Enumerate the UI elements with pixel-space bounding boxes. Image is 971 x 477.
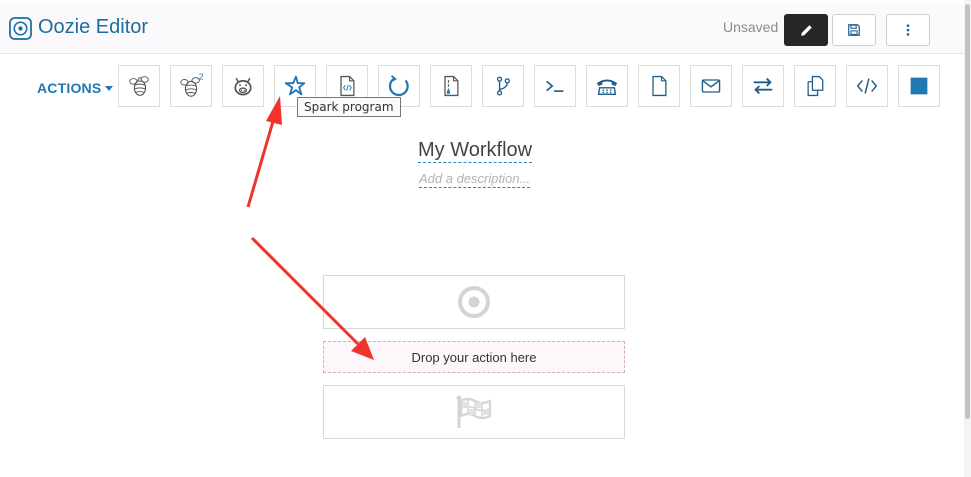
end-node bbox=[323, 385, 625, 439]
annotation-arrow-up bbox=[246, 96, 282, 208]
spark-star-icon bbox=[284, 75, 306, 96]
copy-files-icon bbox=[807, 75, 824, 97]
tool-shell[interactable] bbox=[534, 65, 576, 107]
refresh-circle-icon bbox=[388, 75, 409, 97]
terminal-prompt-icon bbox=[546, 80, 564, 92]
vertical-ellipsis-icon bbox=[906, 24, 910, 36]
actions-dropdown[interactable]: ACTIONS bbox=[37, 80, 114, 96]
pencil-icon bbox=[800, 24, 812, 36]
tool-kill[interactable] bbox=[898, 65, 940, 107]
tool-ssh[interactable] bbox=[586, 65, 628, 107]
tool-hive[interactable] bbox=[118, 65, 160, 107]
tool-fork[interactable] bbox=[482, 65, 524, 107]
tool-mapreduce[interactable] bbox=[430, 65, 472, 107]
bullseye-icon bbox=[458, 286, 490, 318]
start-node bbox=[323, 275, 625, 329]
scrollbar-thumb[interactable] bbox=[965, 4, 970, 419]
tool-pig[interactable] bbox=[222, 65, 264, 107]
hive-bee-icon bbox=[129, 76, 149, 96]
mapreduce-file-icon bbox=[444, 75, 459, 97]
header-bar: Oozie Editor Unsaved bbox=[0, 4, 964, 54]
hive2-superscript: 2 bbox=[199, 73, 204, 82]
pig-icon bbox=[234, 77, 252, 96]
telephone-icon bbox=[596, 79, 618, 96]
floppy-disk-icon bbox=[848, 24, 860, 36]
tool-hive2[interactable]: 2 bbox=[170, 65, 212, 107]
save-button[interactable] bbox=[832, 14, 876, 46]
code-brackets-icon bbox=[856, 78, 878, 94]
hive2-bee-icon: 2 bbox=[180, 73, 204, 97]
edit-button[interactable] bbox=[784, 14, 828, 46]
exchange-arrows-icon bbox=[753, 77, 773, 95]
code-fork-icon bbox=[496, 76, 510, 96]
tool-streaming[interactable] bbox=[742, 65, 784, 107]
tool-distcp[interactable] bbox=[794, 65, 836, 107]
target-circle-icon bbox=[9, 17, 32, 40]
envelope-icon bbox=[701, 79, 721, 93]
more-options-button[interactable] bbox=[886, 14, 930, 46]
workflow-description[interactable]: Add a description... bbox=[419, 171, 531, 188]
tool-generic[interactable] bbox=[846, 65, 888, 107]
action-dropzone[interactable]: Drop your action here bbox=[323, 341, 625, 373]
dropzone-text: Drop your action here bbox=[411, 349, 537, 365]
checkered-flag-icon bbox=[456, 395, 492, 428]
save-status: Unsaved bbox=[723, 19, 779, 35]
tool-email[interactable] bbox=[690, 65, 732, 107]
app-title: Oozie Editor bbox=[38, 16, 149, 38]
caret-down-icon bbox=[105, 86, 114, 91]
actions-label: ACTIONS bbox=[37, 80, 102, 96]
blank-file-icon bbox=[652, 75, 667, 97]
tool-fs[interactable] bbox=[638, 65, 680, 107]
workflow-name[interactable]: My Workflow bbox=[418, 138, 533, 163]
java-file-icon bbox=[340, 75, 355, 97]
filled-square-icon bbox=[910, 77, 928, 95]
spark-tooltip: Spark program bbox=[297, 97, 401, 117]
